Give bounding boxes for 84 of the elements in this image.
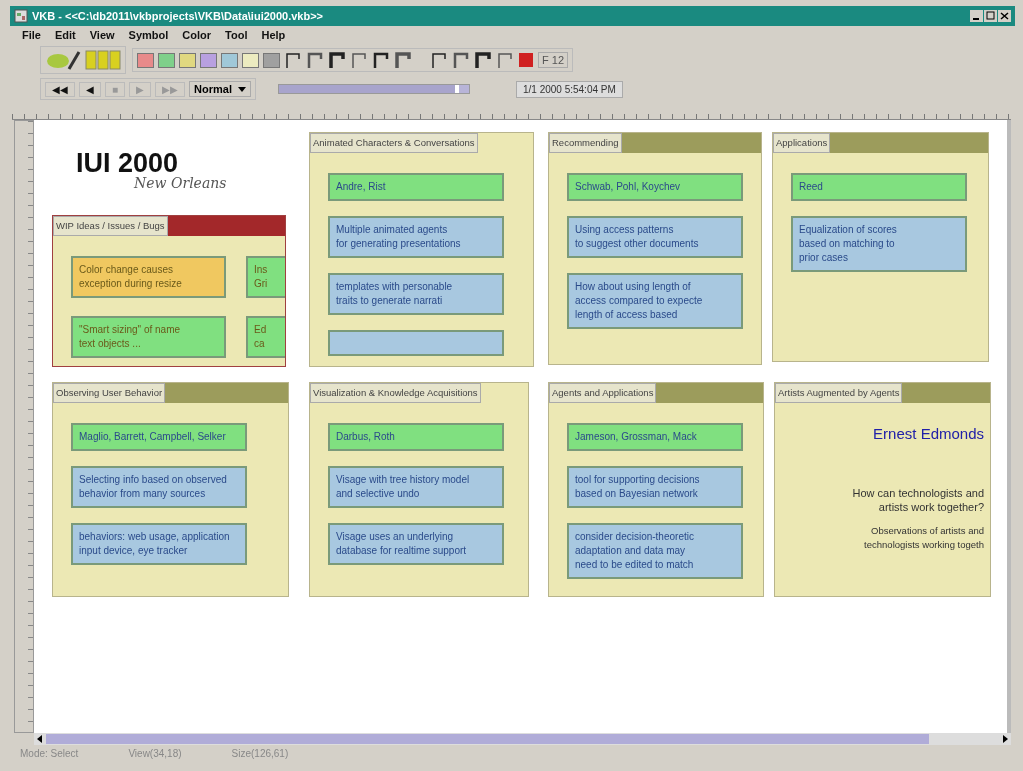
collection-title: Observing User Behavior xyxy=(53,383,166,403)
window-title: VKB - <<C:\db2011\vkbprojects\VKB\Data\iui2000.vkb>> xyxy=(32,10,324,22)
color-swatch[interactable] xyxy=(242,52,259,68)
menu-item[interactable]: Edit xyxy=(54,29,76,41)
note-text: Observations of artists and technologists working togeth xyxy=(864,524,984,552)
note-card[interactable]: Using access patterns to suggest other documents xyxy=(567,216,743,258)
menu-item[interactable]: Tool xyxy=(225,29,248,41)
note-card[interactable]: Reed xyxy=(791,173,967,201)
border-style-icon[interactable] xyxy=(284,51,302,69)
collection-title: WIP Ideas / Issues / Bugs xyxy=(53,216,168,236)
note-card[interactable]: Visage uses an underlying database for realtime support xyxy=(328,523,504,565)
close-icon[interactable] xyxy=(998,10,1011,22)
status-text: View(34,18) xyxy=(128,748,182,761)
note-card[interactable]: templates with personable traits to generate narrati xyxy=(328,273,504,315)
maximize-icon[interactable] xyxy=(984,10,997,22)
collection-title: Artists Augmented by Agents xyxy=(775,383,903,403)
note-card[interactable]: Ins Gri xyxy=(246,256,285,298)
scroll-left-icon[interactable] xyxy=(36,735,44,743)
collection-card[interactable]: Observing User Behavior Maglio, Barrett, Campbell, Selker Selecting info based on observed behavior from many sources behaviors: web usage, application input device, eye tracker xyxy=(52,382,289,597)
collection-title: Animated Characters & Conversations xyxy=(310,133,478,153)
board-subtitle: New Orleans xyxy=(134,175,227,191)
menu-item[interactable]: File xyxy=(22,29,41,41)
note-card[interactable]: "Smart sizing" of name text objects ... xyxy=(71,316,226,358)
color-swatch[interactable] xyxy=(179,52,196,68)
note-card[interactable]: tool for supporting decisions based on Bayesian network xyxy=(567,466,743,508)
note-card[interactable]: Andre, Rist xyxy=(328,173,504,201)
board-title: IUI 2000 xyxy=(76,148,179,178)
collection-title: Agents and Applications xyxy=(549,383,657,403)
status-text: Mode: Select xyxy=(20,748,79,761)
font-size-label[interactable]: F 12 xyxy=(538,52,568,68)
leaf-pen-icon[interactable] xyxy=(45,49,81,71)
border-style-icon[interactable] xyxy=(452,51,470,69)
collection-title: Recommending xyxy=(549,133,622,153)
menu-item[interactable]: Help xyxy=(261,29,286,41)
collection-title: Applications xyxy=(773,133,831,153)
note-card[interactable]: consider decision-theoretic adaptation and data may need to be edited to match xyxy=(567,523,743,579)
border-style-icon[interactable] xyxy=(474,51,492,69)
collection-card[interactable]: Recommending Schwab, Pohl, Koychev Using access patterns to suggest other documents How about using length of access compared to expecte length of access based xyxy=(548,132,762,365)
collection-title: Visualization & Knowledge Acquisitions xyxy=(310,383,481,403)
question-text: How can technologists and artists work together? xyxy=(852,486,984,514)
collection-card[interactable]: Agents and Applications Jameson, Grossman, Mack tool for supporting decisions based on Bayesian network consider decision-theoretic adaptation and data may need to be edited to match xyxy=(548,382,764,597)
collection-card[interactable]: Visualization & Knowledge Acquisitions Darbus, Roth Visage with tree history model and selective undo Visage uses an underlying database for realtime support xyxy=(309,382,529,597)
playback-button[interactable]: ◀ xyxy=(79,81,101,97)
border-style-icon[interactable] xyxy=(372,51,390,69)
color-swatch[interactable] xyxy=(263,52,280,68)
timeline-slider[interactable] xyxy=(277,84,470,94)
menu-item[interactable]: Color xyxy=(182,29,212,41)
scroll-right-icon[interactable] xyxy=(1001,735,1009,743)
color-swatch[interactable] xyxy=(158,52,175,68)
note-card[interactable]: How about using length of access compared to expecte length of access based xyxy=(567,273,743,329)
speaker-name: Ernest Edmonds xyxy=(873,425,984,442)
collection-card[interactable]: Animated Characters & Conversations Andre, Rist Multiple animated agents for generating presentations templates with personable traits to generate narrati xyxy=(309,132,534,367)
color-swatch[interactable] xyxy=(137,52,154,68)
note-card[interactable]: Maglio, Barrett, Campbell, Selker xyxy=(71,423,247,451)
timestamp-field: 1/1 2000 5:54:04 PM xyxy=(515,80,623,98)
menu-item[interactable]: Symbol xyxy=(128,29,169,41)
playback-button[interactable]: ◀◀ xyxy=(45,81,75,97)
status-text: Size(126,61) xyxy=(231,748,289,761)
menu-item[interactable]: View xyxy=(89,29,115,41)
speed-dropdown[interactable]: Normal xyxy=(189,81,251,97)
note-card[interactable]: Visage with tree history model and selective undo xyxy=(328,466,504,508)
collection-card[interactable]: Artists Augmented by Agents Ernest Edmonds How can technologists and artists work together? Observations of artists and technologists working togeth xyxy=(774,382,991,597)
note-card[interactable]: Ed ca xyxy=(246,316,285,358)
minimize-icon[interactable] xyxy=(970,10,983,22)
color-swatch[interactable] xyxy=(200,52,217,68)
note-card[interactable]: behaviors: web usage, application input device, eye tracker xyxy=(71,523,247,565)
color-swatch[interactable] xyxy=(221,52,238,68)
border-style-icon[interactable] xyxy=(430,51,448,69)
collection-card[interactable]: Applications Reed Equalization of scores based on matching to prior cases xyxy=(772,132,989,362)
note-card[interactable]: Multiple animated agents for generating presentations xyxy=(328,216,504,258)
note-card[interactable]: Equalization of scores based on matching to prior cases xyxy=(791,216,967,272)
border-style-icon[interactable] xyxy=(328,51,346,69)
collection-card[interactable]: WIP Ideas / Issues / Bugs Color change causes exception during resize Ins Gri "Smart sizing" of name text objects ... Ed ca xyxy=(52,215,286,367)
border-style-icon[interactable] xyxy=(394,51,412,69)
note-card[interactable]: Color change causes exception during resize xyxy=(71,256,226,298)
note-card[interactable]: Darbus, Roth xyxy=(328,423,504,451)
note-card[interactable]: Schwab, Pohl, Koychev xyxy=(567,173,743,201)
note-card[interactable]: Selecting info based on observed behavior from many sources xyxy=(71,466,247,508)
caret-icon xyxy=(237,86,246,92)
border-style-icon[interactable] xyxy=(306,51,324,69)
fill-square-icon[interactable] xyxy=(518,52,534,68)
app-icon xyxy=(14,9,28,23)
note-card[interactable]: Jameson, Grossman, Mack xyxy=(567,423,743,451)
horizontal-scrollbar[interactable] xyxy=(34,733,1011,745)
